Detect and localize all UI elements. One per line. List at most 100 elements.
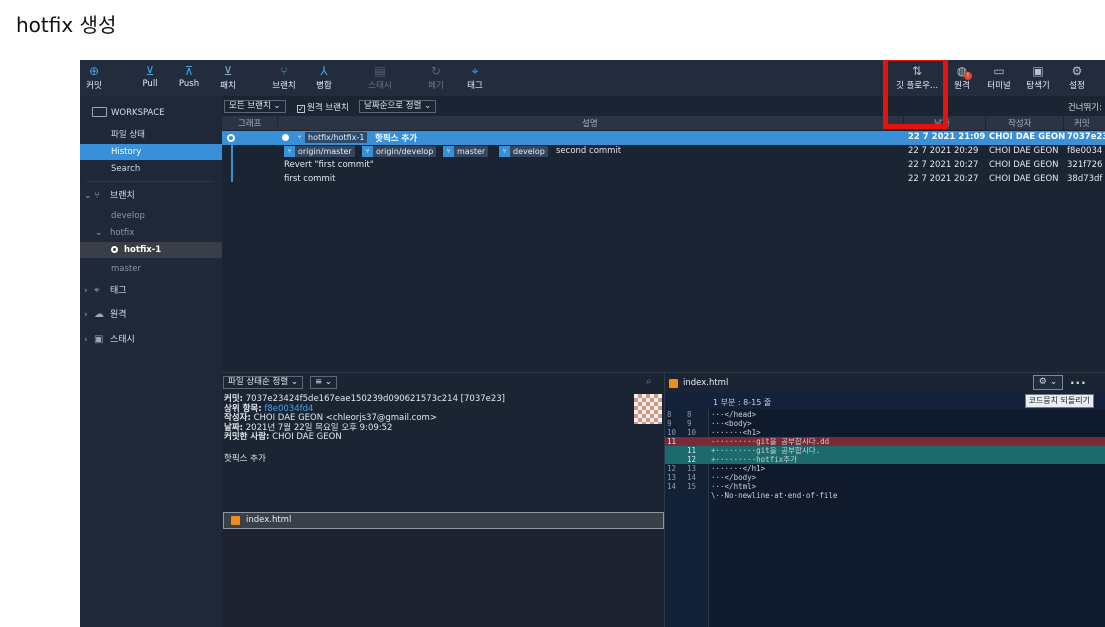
remote-button[interactable]: ◍ ! 원격 bbox=[942, 63, 982, 91]
page-heading: hotfix 생성 bbox=[16, 13, 117, 37]
diff-line: 12 13 ·······</h1> bbox=[665, 464, 1105, 473]
diff-content: 1 부분 : 8-15 줄 코드뭉치 되돌리기 8 8 ···</head> 9 9 ··… bbox=[665, 393, 1105, 627]
commit-row[interactable]: ⑂ origin/master ⑂ origin/develop ⑂ master ⑂… bbox=[222, 145, 1105, 159]
sidebar-item-master[interactable]: master bbox=[80, 261, 222, 277]
column-author[interactable]: 작성자 bbox=[1008, 117, 1031, 129]
parent-commit-link[interactable]: f8e0034fd4 bbox=[264, 404, 313, 414]
fetch-button[interactable]: ⊻ 패치 bbox=[208, 63, 248, 91]
sidebar-item-search[interactable]: Search bbox=[80, 161, 222, 177]
git-flow-button[interactable]: ⇅ 깃 플로우... bbox=[892, 63, 942, 91]
tag-icon: ⌖ bbox=[471, 64, 479, 78]
alert-badge: ! bbox=[964, 72, 972, 80]
diff-panel: index.html ⚙ ⌄ ··· 1 부분 : 8-15 줄 코드뭉치 되돌… bbox=[665, 373, 1105, 627]
column-date[interactable]: 날짜 bbox=[934, 117, 950, 129]
column-commit[interactable]: 커밋 bbox=[1074, 117, 1090, 129]
sidebar-group-stashes[interactable]: › ▣ 스태시 bbox=[80, 332, 222, 348]
commit-table-header: 그래프 설명 날짜 작성자 커밋 bbox=[222, 116, 1105, 130]
more-options-button[interactable]: ··· bbox=[1070, 376, 1087, 390]
pull-button[interactable]: ⊻ Pull bbox=[130, 63, 170, 89]
chevron-right-icon: › bbox=[84, 286, 88, 296]
stash-icon: ▤ bbox=[374, 64, 386, 78]
sidebar-item-history[interactable]: History bbox=[80, 144, 222, 160]
diff-line: 11 -·········git을 공부합시다.dd bbox=[665, 437, 1105, 446]
sidebar-item-develop[interactable]: develop bbox=[80, 208, 222, 224]
branch-button[interactable]: ⑂ 브랜치 bbox=[264, 63, 304, 91]
changed-file-row[interactable]: index.html bbox=[223, 512, 664, 529]
hunk-header: 1 부분 : 8-15 줄 코드뭉치 되돌리기 bbox=[665, 393, 1105, 409]
cloud-icon: ☁ bbox=[94, 309, 104, 320]
new-line-number: 10 bbox=[687, 428, 697, 437]
explorer-button[interactable]: ▣ 탐색기 bbox=[1018, 63, 1058, 91]
column-description[interactable]: 설명 bbox=[582, 117, 598, 129]
details-toolbar: 파일 상태순 정렬 ⌄ ≡ ⌄ bbox=[222, 373, 664, 393]
search-icon[interactable]: ⌕ bbox=[646, 376, 652, 387]
discard-icon: ↻ bbox=[430, 64, 442, 78]
sort-dropdown[interactable]: 날짜순으로 정렬 ⌄ bbox=[359, 100, 437, 113]
commit-row[interactable]: ⑂ hotfix/hotfix-1 핫픽스 추가 22 7 2021 21:09 … bbox=[222, 131, 1105, 145]
sidebar-item-hotfix-1[interactable]: hotfix-1 bbox=[80, 242, 222, 258]
divider bbox=[86, 181, 214, 182]
diff-options-button[interactable]: ⚙ ⌄ bbox=[1033, 375, 1063, 390]
new-line-number: 9 bbox=[687, 419, 692, 428]
branch-filter-dropdown[interactable]: 모든 브랜치 ⌄ bbox=[224, 100, 286, 113]
old-line-number: 8 bbox=[667, 410, 672, 419]
old-line-number: 14 bbox=[667, 482, 677, 491]
discard-button[interactable]: ↻ 폐기 bbox=[416, 63, 456, 91]
commit-row[interactable]: Revert "first commit" 22 7 2021 20:27 CH… bbox=[222, 159, 1105, 173]
settings-button[interactable]: ⚙ 설정 bbox=[1057, 63, 1097, 91]
branch-icon: ⑂ bbox=[284, 146, 295, 157]
new-line-number: 12 bbox=[687, 455, 697, 464]
file-sort-dropdown[interactable]: 파일 상태순 정렬 ⌄ bbox=[223, 376, 303, 389]
tag-button[interactable]: ⌖ 태그 bbox=[455, 63, 495, 91]
code-text: ···</html> bbox=[711, 482, 757, 491]
push-button[interactable]: ⊼ Push bbox=[169, 63, 209, 89]
code-text: ···</head> bbox=[711, 410, 757, 419]
merge-button[interactable]: ⅄ 병합 bbox=[304, 63, 344, 91]
code-text: ·······</h1> bbox=[711, 464, 766, 473]
sidebar-group-tags[interactable]: › ⌖ 태그 bbox=[80, 283, 222, 299]
sidebar-item-file-status[interactable]: 파일 상태 bbox=[80, 127, 222, 143]
plus-circle-icon: ⊕ bbox=[88, 64, 100, 78]
graph-node bbox=[227, 134, 235, 142]
code-text: ·······<h1> bbox=[711, 428, 761, 437]
sidebar-group-remotes[interactable]: › ☁ 원격 bbox=[80, 307, 222, 323]
branch-icon: ⑂ bbox=[294, 132, 305, 143]
divider bbox=[1063, 116, 1064, 130]
column-graph[interactable]: 그래프 bbox=[238, 117, 261, 129]
branch-label: ⑂ master bbox=[443, 146, 489, 157]
new-line-number: 13 bbox=[687, 464, 697, 473]
history-filter-bar: 모든 브랜치 ⌄ ✓ 원격 브랜치 날짜순으로 정렬 ⌄ 건너뛰기: bbox=[222, 96, 1105, 116]
diff-line: 10 10 ·······<h1> bbox=[665, 428, 1105, 437]
folder-icon: ▣ bbox=[1032, 64, 1044, 78]
modified-file-icon bbox=[231, 516, 240, 525]
diff-line: 14 15 ···</html> bbox=[665, 482, 1105, 491]
toolbar: ⊕ 커밋 ⊻ Pull ⊼ Push ⊻ 패치 ⑂ 브랜치 ⅄ 병합 ▤ 스태시… bbox=[80, 60, 1105, 96]
remote-branches-checkbox[interactable]: ✓ 원격 브랜치 bbox=[297, 101, 349, 113]
commit-button[interactable]: ⊕ 커밋 bbox=[80, 63, 114, 91]
code-text: +·········hotfix추가 bbox=[711, 455, 798, 464]
branch-icon: ⑂ bbox=[94, 190, 100, 201]
revert-hunk-button[interactable]: 코드뭉치 되돌리기 bbox=[1024, 394, 1094, 408]
branch-icon: ⑂ bbox=[499, 146, 510, 157]
diff-line: 12 +·········hotfix추가 bbox=[665, 455, 1105, 464]
branch-icon: ⑂ bbox=[280, 64, 288, 78]
stash-button[interactable]: ▤ 스태시 bbox=[360, 63, 400, 91]
new-line-number: 14 bbox=[687, 473, 697, 482]
sidebar-group-branches[interactable]: ⌄ ⑂ 브랜치 bbox=[80, 188, 222, 204]
branch-icon: ⑂ bbox=[443, 146, 454, 157]
avatar bbox=[634, 394, 662, 424]
view-mode-dropdown[interactable]: ≡ ⌄ bbox=[310, 376, 337, 389]
code-text: \··No·newline·at·end·of·file bbox=[711, 491, 838, 500]
stash-icon: ▣ bbox=[94, 334, 104, 345]
chevron-right-icon: › bbox=[84, 310, 88, 320]
diff-line: 8 8 ···</head> bbox=[665, 410, 1105, 419]
diff-file-title: index.html bbox=[683, 378, 729, 388]
diff-line: 11 +·········git을 공부합시다. bbox=[665, 446, 1105, 455]
divider bbox=[277, 116, 278, 130]
skip-label: 건너뛰기: bbox=[1067, 103, 1102, 113]
commit-row[interactable]: first commit 22 7 2021 20:27 CHOI DAE GE… bbox=[222, 173, 1105, 187]
sidebar-folder-hotfix[interactable]: ⌄ hotfix bbox=[80, 225, 222, 241]
old-line-number: 13 bbox=[667, 473, 677, 482]
old-line-number: 10 bbox=[667, 428, 677, 437]
terminal-button[interactable]: ▭ 터미널 bbox=[979, 63, 1019, 91]
